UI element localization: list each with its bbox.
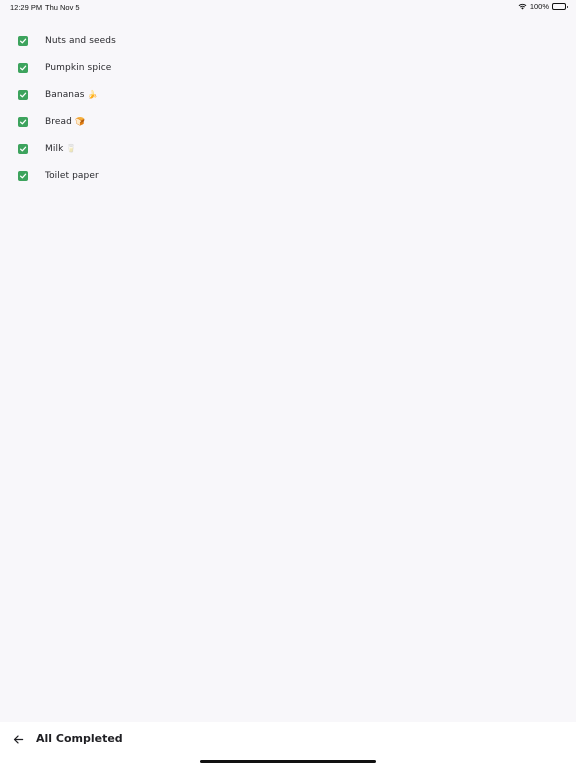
bread-icon: 🍞 bbox=[74, 116, 86, 126]
battery-icon bbox=[552, 3, 568, 10]
item-label: Toilet paper bbox=[45, 170, 99, 181]
list-item[interactable]: Bananas 🍌 bbox=[0, 81, 576, 108]
checkbox-checked[interactable] bbox=[18, 62, 28, 73]
list-item[interactable]: Bread 🍞 bbox=[0, 108, 576, 135]
banana-icon: 🍌 bbox=[87, 89, 98, 99]
list-item[interactable]: Milk 🥛 bbox=[0, 135, 576, 162]
back-button[interactable] bbox=[10, 731, 26, 747]
item-label: Bananas 🍌 bbox=[45, 89, 98, 100]
list-item[interactable]: Pumpkin spice bbox=[0, 54, 576, 81]
item-label: Bread 🍞 bbox=[45, 116, 86, 127]
bottom-bar: All Completed bbox=[0, 722, 576, 768]
arrow-left-icon bbox=[13, 734, 23, 744]
item-label: Nuts and seeds bbox=[45, 35, 116, 46]
status-time: 12:29 PM bbox=[10, 3, 43, 12]
completed-items-list: Nuts and seeds Pumpkin spice Bananas 🍌 Br… bbox=[0, 27, 576, 189]
item-label: Milk 🥛 bbox=[45, 143, 77, 154]
battery-percent: 100% bbox=[529, 2, 549, 11]
checkbox-checked[interactable] bbox=[18, 116, 28, 127]
checkbox-checked[interactable] bbox=[18, 35, 28, 46]
checkbox-checked[interactable] bbox=[18, 89, 28, 100]
status-date: Thu Nov 5 bbox=[45, 3, 80, 12]
home-indicator[interactable] bbox=[200, 760, 376, 763]
milk-icon: 🥛 bbox=[66, 143, 77, 153]
item-label: Pumpkin spice bbox=[45, 62, 112, 73]
wifi-icon bbox=[518, 3, 527, 10]
checkbox-checked[interactable] bbox=[18, 170, 28, 181]
page-title: All Completed bbox=[36, 732, 123, 745]
list-item[interactable]: Nuts and seeds bbox=[0, 27, 576, 54]
status-bar: 12:29 PM Thu Nov 5 100% bbox=[0, 0, 576, 14]
status-indicators: 100% bbox=[518, 2, 568, 11]
checkbox-checked[interactable] bbox=[18, 143, 28, 154]
app-screen: 12:29 PM Thu Nov 5 100% Nuts and seeds P… bbox=[0, 0, 576, 768]
list-item[interactable]: Toilet paper bbox=[0, 162, 576, 189]
